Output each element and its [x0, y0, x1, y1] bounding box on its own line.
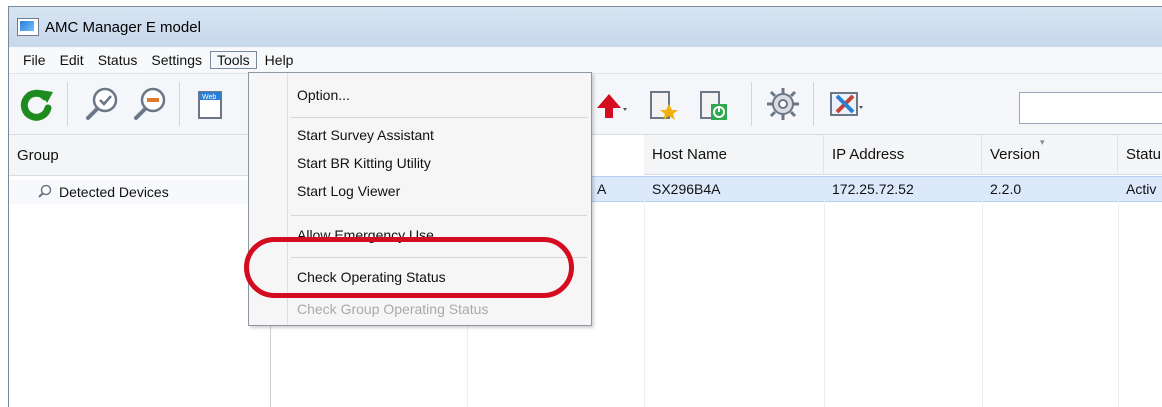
- menu-settings[interactable]: Settings: [145, 52, 208, 68]
- window-title: AMC Manager E model: [45, 18, 201, 36]
- search-check-button[interactable]: [81, 84, 121, 124]
- menu-separator: [291, 215, 587, 216]
- tree-item-label: Detected Devices: [59, 184, 169, 200]
- magnifier-minus-icon: [134, 87, 166, 120]
- magnifier-check-icon: [86, 87, 118, 120]
- column-header-status[interactable]: Statu: [1118, 135, 1162, 175]
- settings-button[interactable]: [763, 84, 803, 124]
- column-divider: [982, 200, 983, 407]
- web-button[interactable]: Web: [189, 84, 229, 124]
- web-page-icon: Web: [198, 91, 222, 119]
- menu-item-start-br-kitting-utility[interactable]: Start BR Kitting Utility: [249, 149, 591, 177]
- highlight-callout: [244, 237, 574, 298]
- upload-button[interactable]: [589, 84, 629, 124]
- refresh-icon: [20, 89, 53, 121]
- cell-host-name: SX296B4A: [652, 181, 721, 197]
- column-divider: [644, 200, 645, 407]
- refresh-button[interactable]: [17, 84, 57, 124]
- search-icon: [37, 184, 53, 203]
- column-divider: [824, 200, 825, 407]
- cell-status: Activ: [1126, 181, 1157, 197]
- toolbar-separator: [751, 82, 752, 126]
- search-input[interactable]: [1019, 92, 1162, 124]
- device-star-icon: [650, 91, 678, 120]
- column-divider: [1118, 200, 1119, 407]
- column-header-host-name[interactable]: Host Name: [644, 135, 824, 175]
- search-remove-button[interactable]: [129, 84, 169, 124]
- menu-help[interactable]: Help: [259, 52, 300, 68]
- group-header: Group: [9, 135, 270, 176]
- cell-ip-address: 172.25.72.52: [832, 181, 914, 197]
- title-bar[interactable]: AMC Manager E model: [9, 7, 1162, 47]
- menu-separator: [291, 117, 587, 118]
- toolbar-separator: [67, 82, 68, 126]
- tools-dropdown-button[interactable]: [825, 84, 865, 124]
- svg-text:Web: Web: [202, 94, 216, 101]
- menu-item-start-log-viewer[interactable]: Start Log Viewer: [249, 177, 591, 205]
- column-header-label: Version: [990, 146, 1041, 163]
- menu-item-start-survey-assistant[interactable]: Start Survey Assistant: [249, 121, 591, 149]
- menu-item-check-group-operating-status: Check Group Operating Status: [297, 301, 489, 317]
- device-power-icon: [700, 91, 727, 120]
- gear-icon: [767, 88, 799, 120]
- device-power-button[interactable]: [691, 84, 731, 124]
- menu-edit[interactable]: Edit: [54, 52, 90, 68]
- toolbar-separator: [179, 82, 180, 126]
- menu-item-option[interactable]: Option...: [249, 81, 591, 109]
- menu-status[interactable]: Status: [92, 52, 144, 68]
- column-header-ip-address[interactable]: IP Address: [824, 135, 982, 175]
- app-icon: [17, 18, 39, 36]
- tree-item-detected-devices[interactable]: Detected Devices: [9, 180, 270, 204]
- cell-version: 2.2.0: [990, 181, 1022, 197]
- menu-bar: File Edit Status Settings Tools Help: [9, 47, 1162, 74]
- device-star-button[interactable]: [641, 84, 681, 124]
- menu-file[interactable]: File: [17, 52, 52, 68]
- tools-wrench-icon: [830, 92, 863, 116]
- menu-tools[interactable]: Tools: [209, 51, 257, 69]
- column-header-version[interactable]: Version ▾: [982, 135, 1118, 175]
- toolbar-separator: [813, 82, 814, 126]
- sort-indicator-icon: ▾: [1040, 137, 1045, 147]
- red-arrow-dropdown-icon: [597, 94, 627, 118]
- group-pane: Group Detected Devices: [9, 135, 271, 407]
